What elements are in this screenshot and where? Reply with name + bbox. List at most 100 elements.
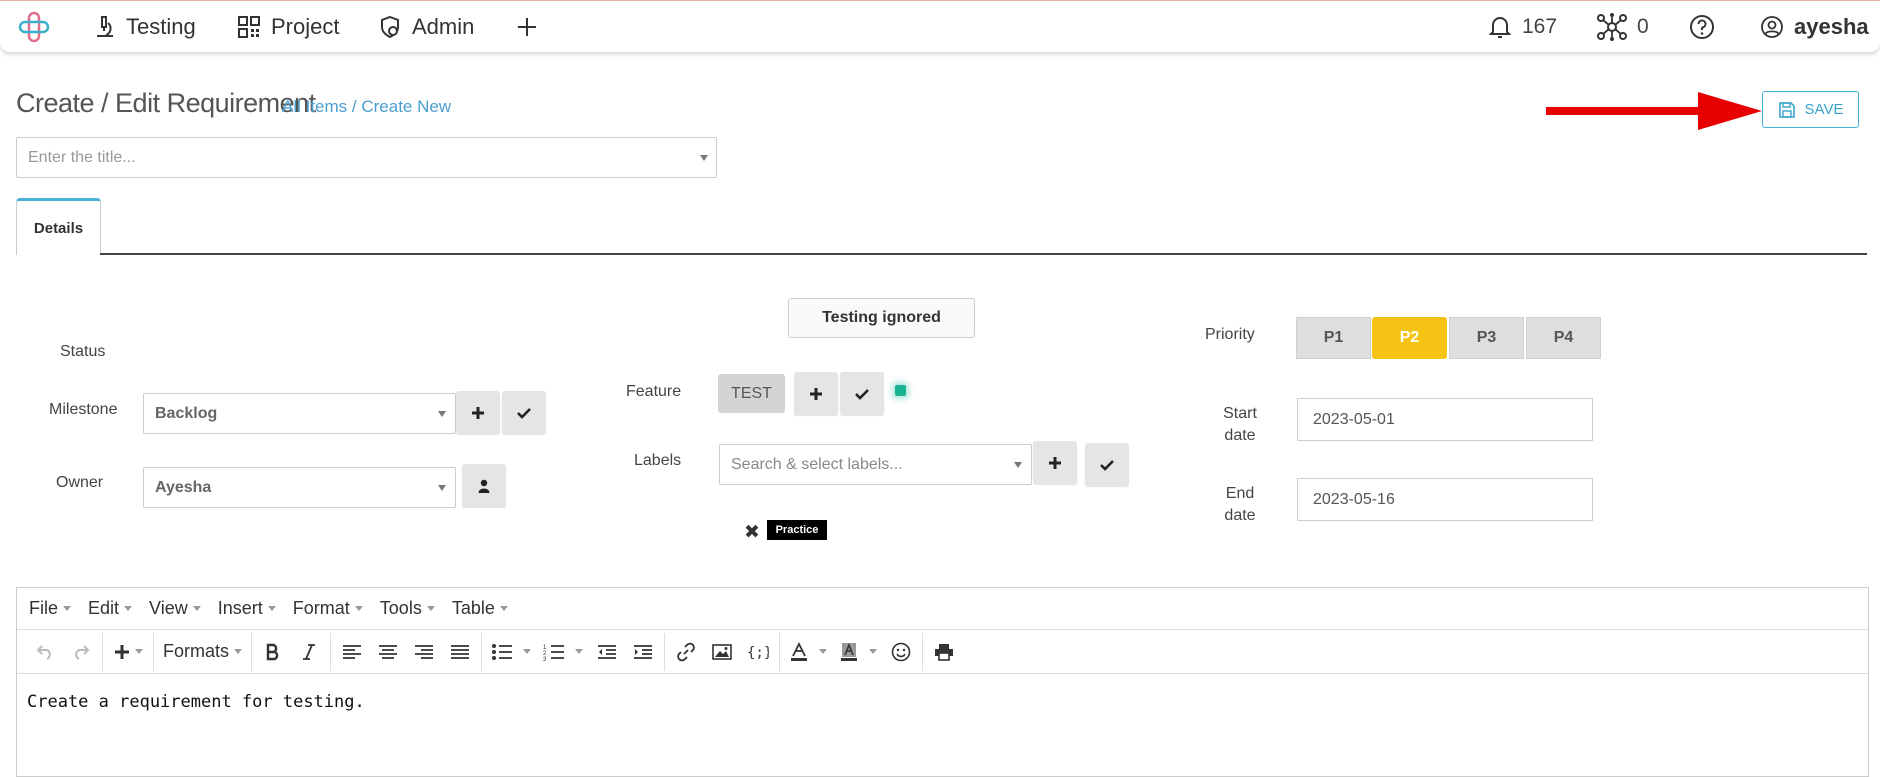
nav-project[interactable]: Project (237, 11, 339, 43)
feature-confirm-button[interactable] (840, 372, 884, 415)
nav-testing-label: Testing (126, 14, 196, 39)
owner-caret-icon (438, 485, 446, 491)
labels-add-button[interactable] (1033, 441, 1077, 484)
tab-divider (100, 253, 1867, 255)
milestone-confirm-button[interactable] (502, 391, 546, 434)
tab-details[interactable]: Details (16, 198, 101, 255)
title-input[interactable]: Enter the title... (16, 137, 717, 178)
priority-p4-button[interactable]: P4 (1526, 317, 1601, 359)
help-button[interactable] (1689, 11, 1725, 43)
toolbar-divider (481, 632, 483, 671)
align-right-button[interactable] (406, 636, 442, 668)
start-date-value: 2023-05-01 (1313, 410, 1395, 428)
numbered-list-icon: 123 (543, 645, 565, 661)
priority-p1-button[interactable]: P1 (1296, 317, 1371, 359)
priority-p2-button[interactable]: P2 (1372, 317, 1447, 359)
chevron-down-icon (523, 649, 532, 654)
nav-testing[interactable]: Testing (94, 11, 196, 43)
owner-assign-me-button[interactable] (462, 464, 506, 507)
outdent-button[interactable] (589, 636, 625, 668)
save-icon (1778, 101, 1795, 118)
user-menu[interactable]: ayesha (1760, 11, 1869, 43)
text-color-button[interactable] (783, 636, 833, 668)
undo-button[interactable] (27, 636, 63, 668)
toolbar-divider (153, 632, 154, 671)
editor-toolbar: Formats 123 {; (17, 630, 1868, 674)
numbered-list-button[interactable]: 123 (537, 636, 589, 668)
toolbar-divider (251, 632, 253, 671)
testing-ignored-label: Testing ignored (822, 309, 941, 326)
end-date-input[interactable]: 2023-05-16 (1297, 478, 1593, 521)
indent-button[interactable] (625, 636, 661, 668)
bullet-list-button[interactable] (485, 636, 537, 668)
page-title: Create / Edit Requirement (16, 88, 316, 118)
insert-dropdown-button[interactable] (106, 636, 150, 668)
menu-view[interactable]: View (149, 598, 201, 619)
code-sample-button[interactable]: {;} (740, 636, 776, 668)
chevron-down-icon (267, 606, 276, 611)
end-date-label: End date (1224, 485, 1256, 524)
chevron-down-icon (354, 606, 363, 611)
menu-tools[interactable]: Tools (380, 598, 435, 619)
editor-content[interactable]: Create a requirement for testing. (17, 674, 1868, 730)
toolbar-divider (102, 632, 103, 671)
shield-gear-icon (381, 15, 399, 39)
priority-p3-button[interactable]: P3 (1449, 317, 1524, 359)
menu-format[interactable]: Format (293, 598, 363, 619)
app-logo-icon[interactable] (18, 11, 60, 43)
remove-label-icon[interactable]: ✖ (744, 521, 760, 544)
background-color-button[interactable] (833, 636, 883, 668)
notifications-button[interactable]: 167 (1488, 11, 1557, 43)
start-date-input[interactable]: 2023-05-01 (1297, 398, 1593, 441)
chevron-down-icon (426, 606, 435, 611)
align-left-button[interactable] (334, 636, 370, 668)
feature-add-button[interactable] (794, 372, 838, 415)
nav-admin-label: Admin (412, 14, 475, 39)
menu-table[interactable]: Table (452, 598, 508, 619)
align-right-icon (415, 644, 434, 659)
nav-project-label: Project (271, 14, 340, 39)
toolbar-divider (330, 632, 332, 671)
user-icon (478, 479, 490, 493)
menu-file[interactable]: File (29, 598, 72, 619)
add-button[interactable] (516, 11, 548, 43)
network-count: 0 (1637, 15, 1649, 38)
bold-button[interactable] (255, 636, 291, 668)
qr-grid-icon (238, 16, 260, 38)
indent-icon (634, 644, 653, 659)
menu-view-label: View (149, 598, 188, 618)
network-icon (1597, 13, 1627, 41)
breadcrumb[interactable]: All Items / Create New (282, 97, 451, 117)
priority-p1-label: P1 (1323, 329, 1344, 346)
align-justify-button[interactable] (442, 636, 478, 668)
labels-label: Labels (634, 452, 682, 469)
save-button[interactable]: SAVE (1762, 91, 1859, 128)
menu-insert[interactable]: Insert (218, 598, 276, 619)
insert-image-button[interactable] (704, 636, 740, 668)
emoticons-button[interactable] (883, 636, 919, 668)
image-icon (712, 643, 732, 660)
labels-search-select[interactable]: Search & select labels... (719, 444, 1032, 485)
print-button[interactable] (926, 636, 962, 668)
insert-link-button[interactable] (668, 636, 704, 668)
menu-edit[interactable]: Edit (88, 598, 133, 619)
formats-dropdown[interactable]: Formats (157, 636, 248, 668)
network-button[interactable]: 0 (1597, 11, 1649, 43)
redo-button[interactable] (63, 636, 99, 668)
bullet-list-icon (492, 643, 513, 660)
testing-ignored-toggle[interactable]: Testing ignored (788, 298, 975, 338)
chevron-down-icon (499, 606, 508, 611)
nav-admin[interactable]: Admin (378, 11, 474, 43)
check-icon (517, 407, 531, 419)
italic-button[interactable] (291, 636, 327, 668)
milestone-select[interactable]: Backlog (143, 393, 456, 434)
labels-confirm-button[interactable] (1085, 443, 1129, 486)
redo-icon (75, 644, 90, 660)
owner-select[interactable]: Ayesha (143, 467, 456, 508)
feature-chip[interactable]: TEST (718, 374, 785, 413)
check-icon (1100, 459, 1114, 471)
milestone-add-button[interactable] (456, 391, 500, 434)
align-center-button[interactable] (370, 636, 406, 668)
chevron-down-icon (63, 606, 72, 611)
link-icon (677, 642, 695, 661)
